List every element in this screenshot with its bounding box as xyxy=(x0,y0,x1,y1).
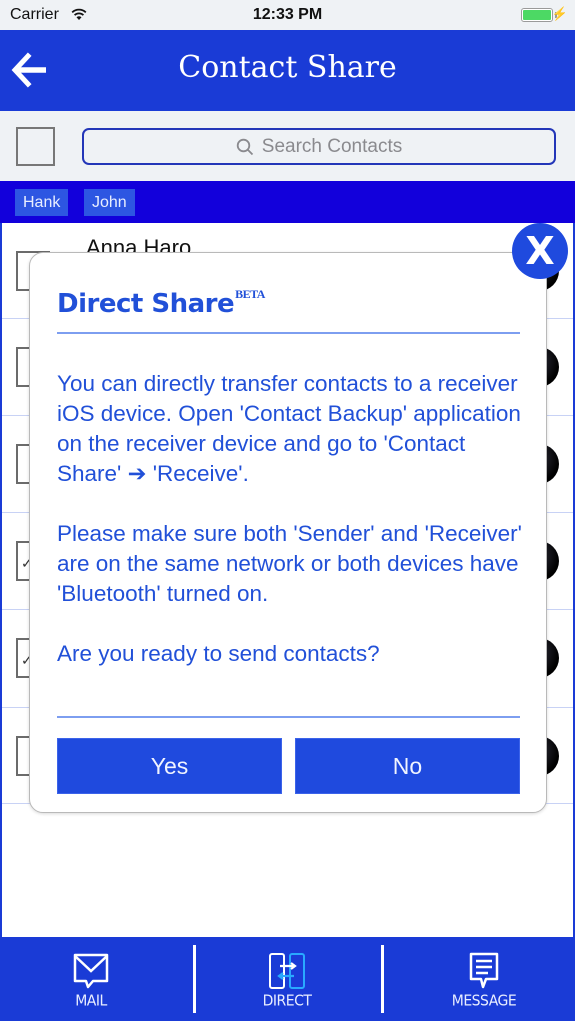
charging-icon: ⚡ xyxy=(551,6,568,21)
dialog-paragraph: Please make sure both 'Sender' and 'Rece… xyxy=(57,521,522,606)
beta-badge: BETA xyxy=(235,287,265,301)
dialog-message: You can directly transfer contacts to a … xyxy=(57,369,527,669)
status-time: 12:33 PM xyxy=(252,6,323,23)
yes-button[interactable]: Yes xyxy=(57,738,282,794)
dialog-divider-bottom xyxy=(57,716,520,718)
page-title: Contact Share xyxy=(178,50,397,85)
search-placeholder: Search Contacts xyxy=(261,135,403,157)
dialog-divider-top xyxy=(57,332,520,334)
direct-share-dialog: Direct ShareBETA You can directly transf… xyxy=(29,252,547,813)
selected-chip[interactable]: Hank xyxy=(15,189,69,216)
direct-label: DIRECT xyxy=(262,992,312,1010)
battery-icon xyxy=(521,8,553,22)
dialog-title: Direct ShareBETA xyxy=(57,287,265,319)
no-button[interactable]: No xyxy=(295,738,520,794)
search-icon xyxy=(236,138,253,155)
bottom-toolbar: MAIL DIRECT MESSAGE xyxy=(0,937,575,1021)
status-bar: Carrier 12:33 PM ⚡ xyxy=(0,0,575,30)
search-row: Search Contacts xyxy=(0,111,575,181)
message-label: MESSAGE xyxy=(451,992,517,1010)
toolbar-separator xyxy=(193,945,196,1013)
close-dialog-button[interactable]: X xyxy=(512,223,568,279)
search-input[interactable]: Search Contacts xyxy=(82,128,556,165)
selected-chip[interactable]: John xyxy=(84,189,135,216)
dialog-paragraph: You can directly transfer contacts to a … xyxy=(57,371,521,486)
toolbar-separator xyxy=(381,945,384,1013)
message-icon xyxy=(469,952,499,989)
message-button[interactable]: MESSAGE xyxy=(424,951,544,1015)
dialog-title-text: Direct Share xyxy=(57,289,235,319)
mail-icon xyxy=(73,953,109,989)
mail-label: MAIL xyxy=(75,992,107,1010)
mail-button[interactable]: MAIL xyxy=(31,951,151,1015)
direct-transfer-icon xyxy=(269,953,305,989)
dialog-question: Are you ready to send contacts? xyxy=(57,641,380,666)
select-all-checkbox[interactable] xyxy=(16,127,55,166)
direct-button[interactable]: DIRECT xyxy=(227,951,347,1015)
navigation-bar: Contact Share xyxy=(0,30,575,111)
selected-contacts-bar: Hank John xyxy=(0,181,575,223)
